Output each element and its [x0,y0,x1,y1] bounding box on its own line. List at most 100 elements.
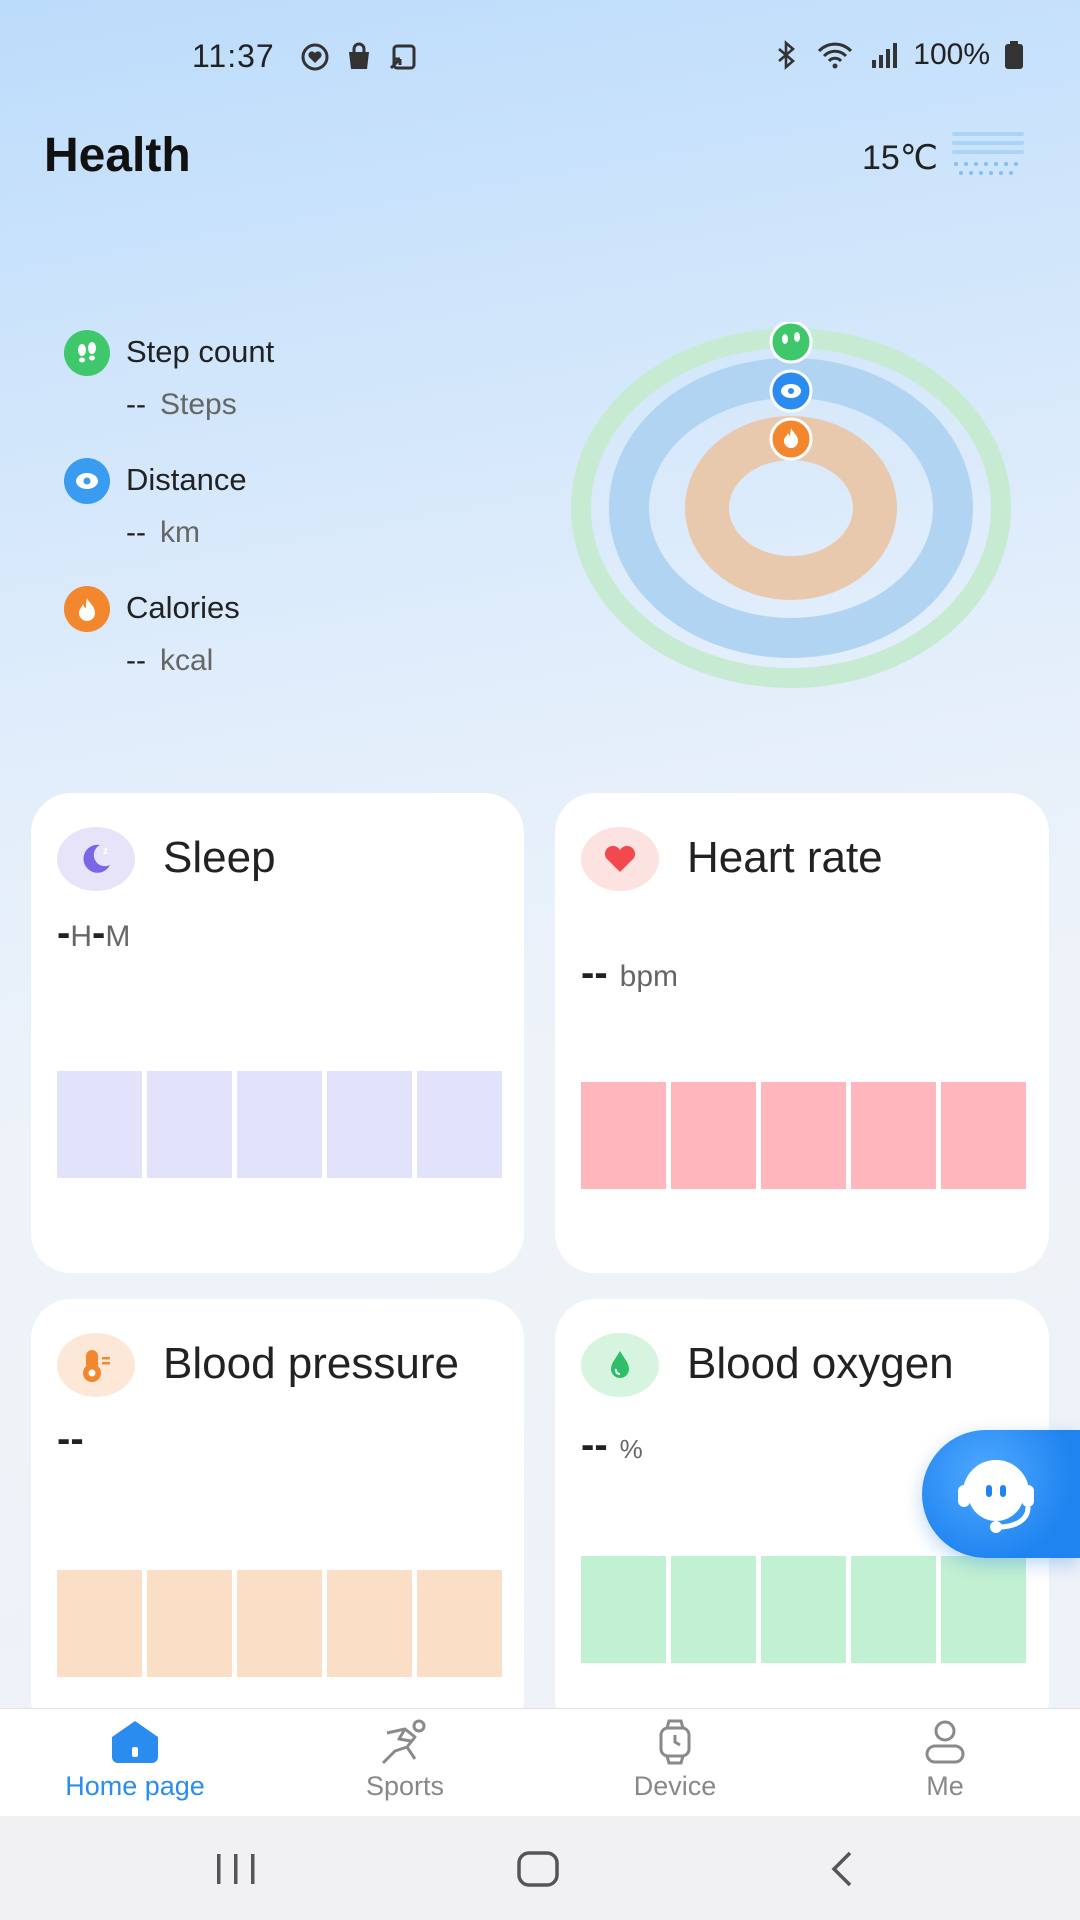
blood-oxygen-value: --% [581,1423,643,1468]
location-icon [64,458,110,504]
value-text: -- [126,388,146,421]
activity-item-calories[interactable]: Calories -- kcal [64,586,484,714]
chart-bar [581,1082,666,1189]
status-system-icons: 100% [771,38,1024,72]
nav-home[interactable]: Home page [0,1709,270,1816]
blood-pressure-value: -- [57,1417,84,1461]
fog-icon [952,132,1024,175]
chart-bar [147,1071,232,1178]
svg-text:z: z [103,846,108,857]
activity-item-steps[interactable]: Step count -- Steps [64,330,484,458]
value-text: -- [126,516,146,549]
heart-rate-value: -- bpm [581,951,678,996]
activity-label: Step count [126,334,275,369]
shopping-bag-icon [349,42,369,69]
ring-steps-marker [769,322,813,364]
blood-pressure-card[interactable]: Blood pressure -- [31,1299,524,1739]
headset-icon [958,1460,1034,1533]
chart-bar [417,1570,502,1677]
sleep-duration: -H-M [57,911,130,956]
activity-label: Calories [126,590,240,625]
ring-distance-marker [769,369,813,413]
nav-label: Device [633,1771,717,1801]
heart-badge-icon [301,43,329,71]
sleep-card[interactable]: z Sleep -H-M [31,793,524,1273]
droplet-icon [581,1333,659,1397]
nav-label: Me [926,1771,964,1801]
status-time: 11:37 [192,38,275,74]
flame-icon [64,586,110,632]
running-icon [381,1719,426,1765]
bluetooth-icon [778,40,796,70]
chart-bar [941,1082,1026,1189]
chart-bar [417,1071,502,1178]
card-title: Heart rate [687,833,883,882]
status-bar: 11:37 100% [0,0,1080,118]
card-title: Blood pressure [163,1339,459,1388]
chart-bar [671,1082,756,1189]
blood-oxygen-chart-placeholder [581,1556,1026,1663]
recent-apps-icon[interactable] [215,1852,257,1886]
unit-text: % [619,1434,643,1464]
chart-bar [851,1556,936,1663]
back-icon[interactable] [826,1850,856,1888]
home-system-icon[interactable] [516,1850,560,1888]
chart-bar [57,1071,142,1178]
status-notification-icons [300,42,418,72]
heart-rate-card[interactable]: Heart rate -- bpm [555,793,1049,1273]
home-icon [112,1721,158,1763]
unit-text: km [159,516,200,549]
customer-support-button[interactable] [922,1430,1080,1558]
nav-label: Sports [365,1771,445,1801]
unit-text: Steps [159,388,237,421]
thermometer-icon [57,1333,135,1397]
chart-bar [327,1570,412,1677]
unit-text: bpm [619,960,678,993]
screen-share-icon [389,44,416,70]
person-icon [925,1720,965,1764]
nav-me[interactable]: Me [810,1709,1080,1816]
value-text: -- [581,951,608,995]
chart-bar [147,1570,232,1677]
nav-sports[interactable]: Sports [270,1709,540,1816]
hours-value: - [57,911,71,955]
heart-rate-chart-placeholder [581,1082,1026,1189]
weather-widget[interactable]: 15℃ [862,128,1024,188]
nav-device[interactable]: Device [540,1709,810,1816]
chart-bar [761,1556,846,1663]
value-text: -- [581,1423,608,1467]
activity-value: -- Steps [126,388,237,422]
nav-label: Home page [65,1771,205,1801]
battery-icon [1005,41,1023,69]
system-navigation-bar [0,1816,1080,1920]
activity-item-distance[interactable]: Distance -- km [64,458,484,586]
hours-label: H [70,920,92,953]
blood-pressure-chart-placeholder [57,1570,502,1677]
chart-bar [237,1071,322,1178]
minutes-label: M [105,920,131,953]
chart-bar [941,1556,1026,1663]
activity-label: Distance [126,462,247,497]
unit-text: kcal [159,644,214,677]
activity-value: -- km [126,516,200,550]
activity-summary[interactable]: Step count -- Steps Distance -- km Calorie… [64,330,484,714]
card-title: Blood oxygen [687,1339,954,1388]
activity-rings[interactable] [565,322,1017,694]
battery-percentage: 100% [913,38,990,71]
wifi-icon [818,42,853,69]
chart-bar [327,1071,412,1178]
card-title: Sleep [163,833,276,882]
sleep-chart-placeholder [57,1071,502,1178]
signal-icon [872,43,898,68]
moon-icon: z [57,827,135,891]
chart-bar [851,1082,936,1189]
bottom-navigation: Home page Sports Device Me [0,1708,1080,1816]
value-text: -- [126,644,146,677]
chart-bar [57,1570,142,1677]
chart-bar [581,1556,666,1663]
chart-bar [237,1570,322,1677]
ring-calories-marker [769,417,813,461]
chart-bar [671,1556,756,1663]
chart-bar [761,1082,846,1189]
page-title: Health [44,129,191,182]
